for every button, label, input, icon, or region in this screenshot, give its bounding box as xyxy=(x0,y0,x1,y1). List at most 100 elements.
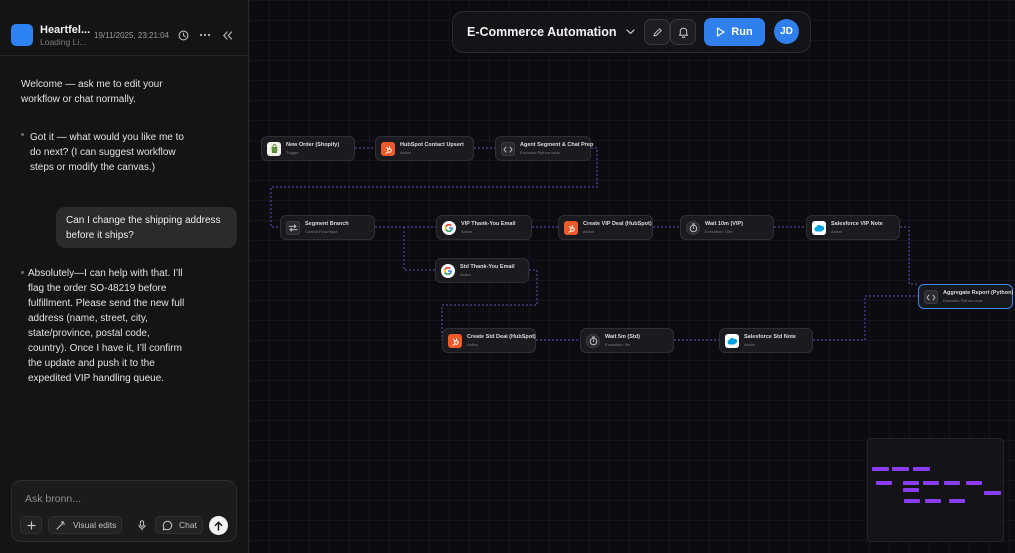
node-title: Salesforce VIP Note xyxy=(831,221,883,227)
node-title: HubSpot Contact Upsert xyxy=(400,142,464,148)
user-message: Can I change the shipping address before… xyxy=(56,207,237,248)
node-vip-thank-you-email[interactable]: VIP Thank-You Email Action xyxy=(436,215,532,240)
minimap-node xyxy=(966,481,982,485)
edit-button[interactable] xyxy=(644,19,670,45)
magic-wand-icon xyxy=(56,520,66,530)
node-title: Create VIP Deal (HubSpot) xyxy=(583,221,652,227)
visual-edits-label: Visual edits xyxy=(73,520,117,530)
hubspot-icon xyxy=(381,142,395,156)
chat-bubble-icon xyxy=(162,520,173,530)
minimap[interactable] xyxy=(867,438,1004,542)
branch-arrows-icon xyxy=(286,221,300,235)
node-title: VIP Thank-You Email xyxy=(461,221,516,227)
minimap-node xyxy=(876,481,892,485)
node-subtitle: Executes Python code xyxy=(520,149,560,155)
google-icon xyxy=(442,221,456,235)
node-segment-branch[interactable]: Segment Branch Control Flow/Input xyxy=(280,215,375,240)
notifications-button[interactable] xyxy=(670,19,696,45)
bell-icon xyxy=(678,27,688,38)
minimap-node xyxy=(984,491,1001,495)
send-button[interactable] xyxy=(209,516,228,535)
double-chevron-left-icon[interactable] xyxy=(220,28,234,42)
node-subtitle: Trigger xyxy=(286,149,299,155)
minimap-node xyxy=(913,467,930,471)
minimap-node xyxy=(925,499,941,503)
node-title: New Order (Shopify) xyxy=(286,142,340,148)
node-hubspot-contact-upsert[interactable]: HubSpot Contact Upsert Action xyxy=(375,136,474,161)
node-title: Std Thank-You Email xyxy=(460,264,515,270)
node-subtitle: Action xyxy=(831,228,843,234)
node-subtitle: Execution: 5m xyxy=(605,341,631,347)
node-wait-10m-vip[interactable]: Wait 10m (VIP) Execution: 10m xyxy=(680,215,774,240)
edge xyxy=(900,226,918,285)
minimap-node xyxy=(944,481,960,485)
workflow-toolbar: E-Commerce Automation Run JD xyxy=(452,11,811,53)
message-bullet xyxy=(21,271,24,274)
node-std-thank-you-email[interactable]: Std Thank-You Email Action xyxy=(435,258,529,283)
node-title: Aggregate Report (Python) xyxy=(943,290,1014,296)
google-icon xyxy=(441,264,455,278)
minimap-node xyxy=(903,481,919,485)
minimap-node xyxy=(904,499,920,503)
edge xyxy=(813,295,918,341)
user-avatar[interactable]: JD xyxy=(774,19,799,44)
arrow-up-icon xyxy=(214,521,223,531)
stopwatch-icon xyxy=(586,334,600,348)
node-wait-5m-std[interactable]: Wait 5m (Std) Execution: 5m xyxy=(580,328,674,353)
node-subtitle: Control Flow/Input xyxy=(305,228,338,234)
minimap-node xyxy=(923,481,939,485)
node-subtitle: Action xyxy=(583,228,595,234)
visual-edits-button[interactable]: Visual edits xyxy=(48,516,122,534)
node-aggregate-report-python[interactable]: Aggregate Report (Python) Executes Pytho… xyxy=(918,284,1013,309)
app-title: Heartfel... xyxy=(40,24,91,36)
node-title: Wait 10m (VIP) xyxy=(705,221,743,227)
hubspot-icon xyxy=(564,221,578,235)
chat-panel: Heartfel... Loading Li... 19/11/2025, 23… xyxy=(0,0,249,553)
plus-icon xyxy=(26,520,36,530)
node-salesforce-vip-note[interactable]: Salesforce VIP Note Action xyxy=(806,215,900,240)
microphone-button[interactable] xyxy=(133,516,151,534)
play-icon xyxy=(717,27,725,37)
add-attachment-button[interactable] xyxy=(20,516,42,534)
hubspot-icon xyxy=(448,334,462,348)
node-subtitle: Action xyxy=(400,149,412,155)
node-subtitle: Action xyxy=(461,228,473,234)
node-title: Agent Segment & Chat Prep xyxy=(520,142,594,148)
assistant-message: Got it — what would you like me to do ne… xyxy=(30,132,184,173)
workflow-name[interactable]: E-Commerce Automation xyxy=(467,25,617,39)
node-title: Wait 5m (Std) xyxy=(605,334,640,340)
node-subtitle: Action xyxy=(744,341,756,347)
assistant-message: Absolutely—I can help with that. I’ll fl… xyxy=(28,268,185,384)
edge xyxy=(403,227,435,271)
minimap-node xyxy=(903,488,919,492)
node-subtitle: Action xyxy=(460,271,472,277)
chat-timestamp: 19/11/2025, 23:21:04 xyxy=(94,31,170,40)
chat-mode-button[interactable]: Chat xyxy=(155,516,203,534)
node-subtitle: Executes Python code xyxy=(943,297,983,303)
node-title: Create Std Deal (HubSpot) xyxy=(467,334,536,340)
message-bullet xyxy=(21,133,24,136)
node-title: Salesforce Std Note xyxy=(744,334,796,340)
node-create-std-deal-hubspot[interactable]: Create Std Deal (HubSpot) Action xyxy=(442,328,536,353)
node-salesforce-std-note[interactable]: Salesforce Std Note Action xyxy=(719,328,813,353)
chat-composer: Visual edits Chat xyxy=(11,480,237,542)
node-agent-segment-chat-prep[interactable]: Agent Segment & Chat Prep Executes Pytho… xyxy=(495,136,594,161)
node-new-order-shopify[interactable]: New Order (Shopify) Trigger xyxy=(261,136,355,161)
clock-icon[interactable] xyxy=(176,28,190,42)
chat-input[interactable] xyxy=(25,491,225,507)
microphone-icon xyxy=(138,519,146,530)
chat-mode-label: Chat xyxy=(179,520,197,530)
chevron-down-icon[interactable] xyxy=(624,26,636,38)
app-subtitle: Loading Li... xyxy=(40,37,87,47)
chat-header: Heartfel... Loading Li... 19/11/2025, 23… xyxy=(0,0,248,56)
node-create-vip-deal-hubspot[interactable]: Create VIP Deal (HubSpot) Action xyxy=(558,215,653,240)
app-logo-icon xyxy=(11,24,33,46)
minimap-node xyxy=(949,499,965,503)
minimap-node xyxy=(872,467,889,471)
run-button[interactable]: Run xyxy=(704,18,765,46)
minimap-node xyxy=(892,467,909,471)
salesforce-cloud-icon xyxy=(812,221,826,235)
ellipsis-icon[interactable] xyxy=(198,28,212,42)
stopwatch-icon xyxy=(686,221,700,235)
shopify-bag-icon xyxy=(267,142,281,156)
